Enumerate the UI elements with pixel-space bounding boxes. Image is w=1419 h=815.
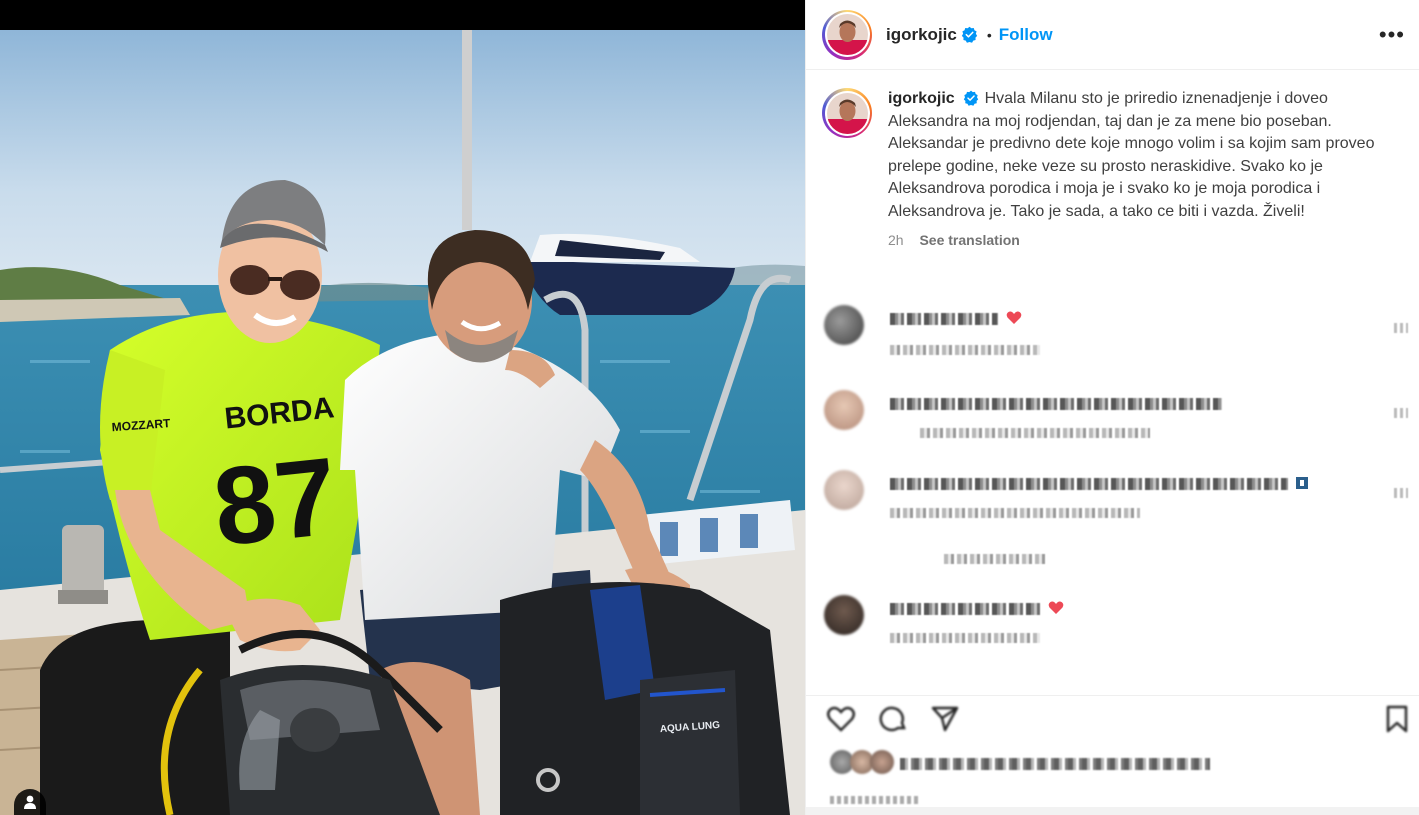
caption-meta: 2h See translation (888, 229, 1398, 252)
header-username[interactable]: igorkojic (886, 25, 957, 45)
caption-text: Hvala Milanu sto je priredio iznenadjenj… (888, 90, 1375, 220)
comment-avatar[interactable] (824, 390, 864, 430)
comment-meta (920, 428, 1150, 438)
comment-text (890, 398, 1222, 410)
comment-text (890, 478, 1288, 490)
comment-avatar[interactable] (824, 305, 864, 345)
person-tag-icon (23, 794, 37, 815)
post-media[interactable]: BORDA 87 MOZZART AQUA LUNG (0, 0, 805, 815)
heart-emoji-icon (1048, 601, 1064, 614)
liked-by-text (900, 758, 1210, 770)
comment-meta (890, 508, 1140, 518)
post-photo[interactable]: BORDA 87 MOZZART AQUA LUNG (0, 30, 805, 815)
emoji-icon (1296, 477, 1308, 489)
follow-button[interactable]: Follow (999, 25, 1053, 45)
heart-icon[interactable] (826, 704, 856, 734)
post-time: 2h (888, 232, 904, 248)
jersey-number-text: 87 (208, 434, 343, 569)
header-separator: • (986, 26, 992, 43)
comment-item (824, 390, 1414, 440)
more-options-button[interactable]: ••• (1379, 24, 1405, 46)
comment-meta (890, 633, 1040, 643)
verified-badge-icon (961, 26, 978, 43)
post-date (830, 796, 918, 804)
post-sidebar: igorkojic • Follow ••• igorkojic Hvala M… (805, 0, 1419, 815)
comment-like-icon[interactable] (1394, 488, 1408, 498)
paper-plane-icon[interactable] (930, 704, 960, 734)
post-caption: igorkojic Hvala Milanu sto je priredio i… (806, 70, 1419, 252)
comment-avatar[interactable] (824, 595, 864, 635)
bookmark-icon[interactable] (1382, 704, 1412, 734)
comment-item (824, 305, 1414, 355)
liked-by-row[interactable] (830, 750, 1210, 778)
heart-emoji-icon (1006, 311, 1022, 324)
liker-avatar (870, 750, 894, 774)
post-header: igorkojic • Follow ••• (806, 0, 1419, 70)
comment-item (824, 595, 1414, 645)
view-replies-link[interactable] (944, 554, 1046, 564)
comment-like-icon[interactable] (1394, 323, 1408, 333)
comment-avatar[interactable] (824, 470, 864, 510)
action-bar (806, 695, 1419, 739)
caption-username[interactable]: igorkojic (888, 90, 955, 107)
comment-input-area[interactable] (806, 807, 1419, 815)
caption-avatar[interactable] (822, 88, 872, 138)
verified-badge-icon (963, 90, 980, 107)
comment-meta (890, 345, 1040, 355)
comment-text (890, 313, 998, 325)
comment-like-icon[interactable] (1394, 408, 1408, 418)
avatar[interactable] (822, 9, 872, 60)
caption-body: igorkojic Hvala Milanu sto je priredio i… (888, 88, 1398, 252)
tagged-people-button[interactable] (14, 789, 46, 815)
see-translation-link[interactable]: See translation (919, 232, 1019, 248)
comment-bubble-icon[interactable] (878, 704, 908, 734)
comment-text (890, 603, 1040, 615)
comment-item (824, 470, 1414, 520)
